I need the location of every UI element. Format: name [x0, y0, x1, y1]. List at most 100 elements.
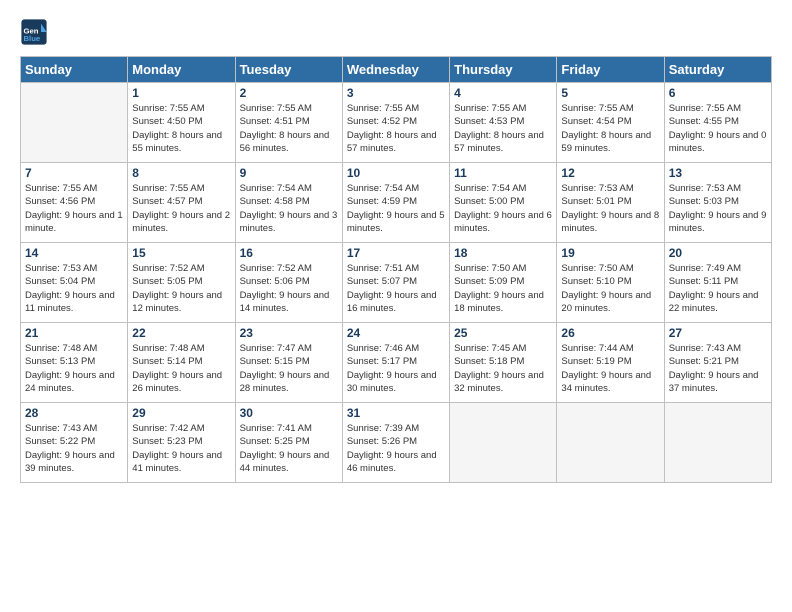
- day-number: 10: [347, 166, 445, 180]
- day-number: 23: [240, 326, 338, 340]
- calendar-cell: 24 Sunrise: 7:46 AMSunset: 5:17 PMDayligh…: [342, 323, 449, 403]
- calendar-cell: 3Sunrise: 7:55 AMSunset: 4:52 PMDaylight…: [342, 83, 449, 163]
- day-number: 11: [454, 166, 552, 180]
- logo: Gen Blue: [20, 18, 52, 46]
- calendar-cell: 14 Sunrise: 7:53 AMSunset: 5:04 PMDayligh…: [21, 243, 128, 323]
- calendar-cell: 22 Sunrise: 7:48 AMSunset: 5:14 PMDayligh…: [128, 323, 235, 403]
- day-number: 20: [669, 246, 767, 260]
- calendar-cell: [450, 403, 557, 483]
- day-info: Sunrise: 7:50 AMSunset: 5:10 PMDaylight:…: [561, 262, 659, 315]
- day-number: 12: [561, 166, 659, 180]
- calendar-cell: 27 Sunrise: 7:43 AMSunset: 5:21 PMDayligh…: [664, 323, 771, 403]
- day-info: Sunrise: 7:41 AMSunset: 5:25 PMDaylight:…: [240, 422, 338, 475]
- day-info: Sunrise: 7:55 AMSunset: 4:51 PMDaylight:…: [240, 102, 338, 155]
- day-number: 21: [25, 326, 123, 340]
- day-info: Sunrise: 7:43 AMSunset: 5:21 PMDaylight:…: [669, 342, 767, 395]
- calendar-cell: 11 Sunrise: 7:54 AMSunset: 5:00 PMDayligh…: [450, 163, 557, 243]
- calendar-table: SundayMondayTuesdayWednesdayThursdayFrid…: [20, 56, 772, 483]
- day-info: Sunrise: 7:54 AMSunset: 5:00 PMDaylight:…: [454, 182, 552, 235]
- calendar-cell: 7 Sunrise: 7:55 AMSunset: 4:56 PMDaylight…: [21, 163, 128, 243]
- calendar-cell: 23 Sunrise: 7:47 AMSunset: 5:15 PMDayligh…: [235, 323, 342, 403]
- day-info: Sunrise: 7:51 AMSunset: 5:07 PMDaylight:…: [347, 262, 445, 315]
- day-info: Sunrise: 7:48 AMSunset: 5:14 PMDaylight:…: [132, 342, 230, 395]
- day-info: Sunrise: 7:55 AMSunset: 4:56 PMDaylight:…: [25, 182, 123, 235]
- calendar-cell: 15 Sunrise: 7:52 AMSunset: 5:05 PMDayligh…: [128, 243, 235, 323]
- day-number: 2: [240, 86, 338, 100]
- day-info: Sunrise: 7:53 AMSunset: 5:03 PMDaylight:…: [669, 182, 767, 235]
- day-info: Sunrise: 7:54 AMSunset: 4:59 PMDaylight:…: [347, 182, 445, 235]
- day-number: 5: [561, 86, 659, 100]
- day-number: 27: [669, 326, 767, 340]
- day-header-wednesday: Wednesday: [342, 57, 449, 83]
- day-number: 4: [454, 86, 552, 100]
- day-info: Sunrise: 7:53 AMSunset: 5:04 PMDaylight:…: [25, 262, 123, 315]
- day-number: 15: [132, 246, 230, 260]
- day-number: 29: [132, 406, 230, 420]
- week-row-4: 21 Sunrise: 7:48 AMSunset: 5:13 PMDayligh…: [21, 323, 772, 403]
- day-info: Sunrise: 7:53 AMSunset: 5:01 PMDaylight:…: [561, 182, 659, 235]
- day-number: 31: [347, 406, 445, 420]
- calendar-cell: 29 Sunrise: 7:42 AMSunset: 5:23 PMDayligh…: [128, 403, 235, 483]
- day-number: 30: [240, 406, 338, 420]
- week-row-3: 14 Sunrise: 7:53 AMSunset: 5:04 PMDayligh…: [21, 243, 772, 323]
- days-header-row: SundayMondayTuesdayWednesdayThursdayFrid…: [21, 57, 772, 83]
- day-number: 9: [240, 166, 338, 180]
- day-number: 17: [347, 246, 445, 260]
- day-number: 6: [669, 86, 767, 100]
- calendar-cell: 5 Sunrise: 7:55 AMSunset: 4:54 PMDaylight…: [557, 83, 664, 163]
- day-number: 13: [669, 166, 767, 180]
- calendar-cell: 30 Sunrise: 7:41 AMSunset: 5:25 PMDayligh…: [235, 403, 342, 483]
- day-number: 8: [132, 166, 230, 180]
- day-info: Sunrise: 7:55 AMSunset: 4:53 PMDaylight:…: [454, 102, 552, 155]
- day-info: Sunrise: 7:54 AMSunset: 4:58 PMDaylight:…: [240, 182, 338, 235]
- calendar-cell: 28 Sunrise: 7:43 AMSunset: 5:22 PMDayligh…: [21, 403, 128, 483]
- day-info: Sunrise: 7:46 AMSunset: 5:17 PMDaylight:…: [347, 342, 445, 395]
- calendar-cell: 8Sunrise: 7:55 AMSunset: 4:57 PMDaylight…: [128, 163, 235, 243]
- day-number: 7: [25, 166, 123, 180]
- day-number: 16: [240, 246, 338, 260]
- day-header-thursday: Thursday: [450, 57, 557, 83]
- calendar-cell: 13 Sunrise: 7:53 AMSunset: 5:03 PMDayligh…: [664, 163, 771, 243]
- day-info: Sunrise: 7:43 AMSunset: 5:22 PMDaylight:…: [25, 422, 123, 475]
- week-row-1: 1Sunrise: 7:55 AMSunset: 4:50 PMDaylight…: [21, 83, 772, 163]
- day-info: Sunrise: 7:42 AMSunset: 5:23 PMDaylight:…: [132, 422, 230, 475]
- day-info: Sunrise: 7:49 AMSunset: 5:11 PMDaylight:…: [669, 262, 767, 315]
- calendar-cell: 1Sunrise: 7:55 AMSunset: 4:50 PMDaylight…: [128, 83, 235, 163]
- calendar-cell: [21, 83, 128, 163]
- page-container: Gen Blue SundayMondayTuesdayWednesdayThu…: [0, 0, 792, 493]
- day-header-monday: Monday: [128, 57, 235, 83]
- calendar-cell: 19 Sunrise: 7:50 AMSunset: 5:10 PMDayligh…: [557, 243, 664, 323]
- calendar-cell: 9 Sunrise: 7:54 AMSunset: 4:58 PMDaylight…: [235, 163, 342, 243]
- calendar-cell: 25Sunrise: 7:45 AMSunset: 5:18 PMDayligh…: [450, 323, 557, 403]
- day-number: 28: [25, 406, 123, 420]
- day-info: Sunrise: 7:48 AMSunset: 5:13 PMDaylight:…: [25, 342, 123, 395]
- day-number: 18: [454, 246, 552, 260]
- day-info: Sunrise: 7:55 AMSunset: 4:55 PMDaylight:…: [669, 102, 767, 155]
- day-info: Sunrise: 7:52 AMSunset: 5:05 PMDaylight:…: [132, 262, 230, 315]
- week-row-5: 28 Sunrise: 7:43 AMSunset: 5:22 PMDayligh…: [21, 403, 772, 483]
- day-header-friday: Friday: [557, 57, 664, 83]
- day-info: Sunrise: 7:55 AMSunset: 4:54 PMDaylight:…: [561, 102, 659, 155]
- day-info: Sunrise: 7:44 AMSunset: 5:19 PMDaylight:…: [561, 342, 659, 395]
- calendar-cell: 4 Sunrise: 7:55 AMSunset: 4:53 PMDaylight…: [450, 83, 557, 163]
- logo-icon: Gen Blue: [20, 18, 48, 46]
- day-number: 22: [132, 326, 230, 340]
- calendar-cell: 17 Sunrise: 7:51 AMSunset: 5:07 PMDayligh…: [342, 243, 449, 323]
- day-header-tuesday: Tuesday: [235, 57, 342, 83]
- day-number: 25: [454, 326, 552, 340]
- svg-text:Blue: Blue: [24, 34, 41, 43]
- day-number: 26: [561, 326, 659, 340]
- header: Gen Blue: [20, 18, 772, 46]
- day-info: Sunrise: 7:47 AMSunset: 5:15 PMDaylight:…: [240, 342, 338, 395]
- day-number: 3: [347, 86, 445, 100]
- day-number: 1: [132, 86, 230, 100]
- calendar-cell: [557, 403, 664, 483]
- calendar-cell: 16Sunrise: 7:52 AMSunset: 5:06 PMDayligh…: [235, 243, 342, 323]
- day-number: 24: [347, 326, 445, 340]
- calendar-cell: 2 Sunrise: 7:55 AMSunset: 4:51 PMDaylight…: [235, 83, 342, 163]
- day-header-saturday: Saturday: [664, 57, 771, 83]
- day-number: 14: [25, 246, 123, 260]
- day-number: 19: [561, 246, 659, 260]
- calendar-cell: 20 Sunrise: 7:49 AMSunset: 5:11 PMDayligh…: [664, 243, 771, 323]
- calendar-cell: 31Sunrise: 7:39 AMSunset: 5:26 PMDayligh…: [342, 403, 449, 483]
